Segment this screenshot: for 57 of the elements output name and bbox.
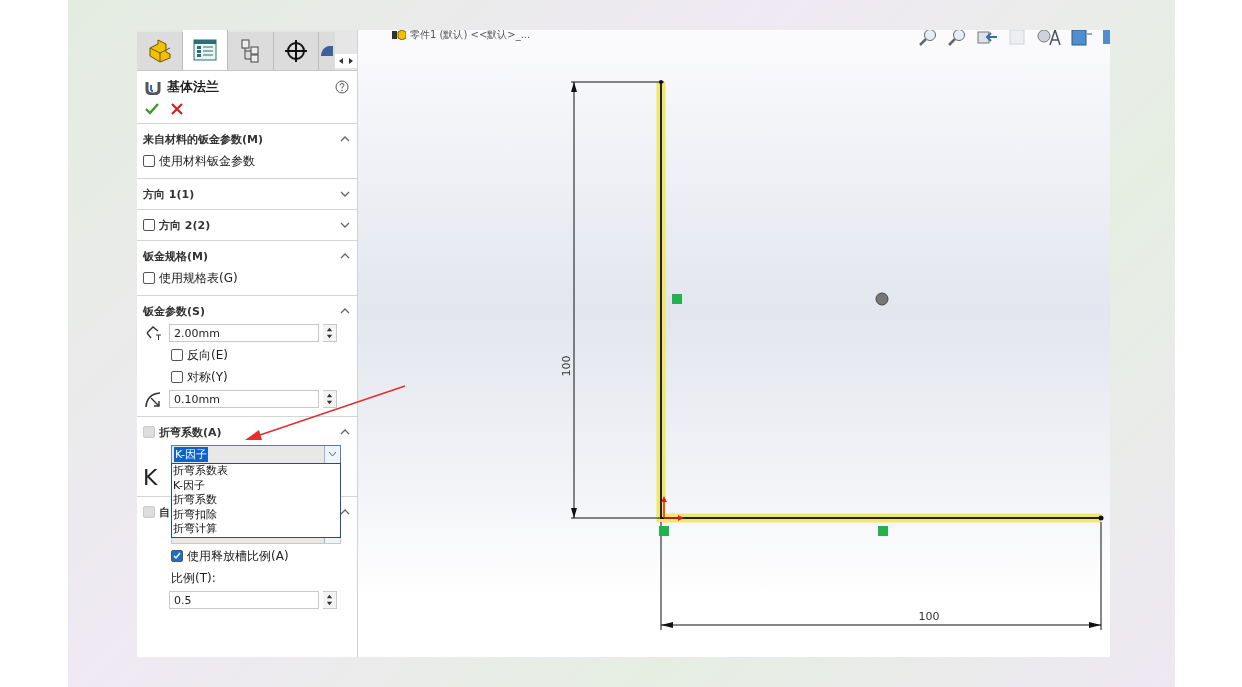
origin-icon <box>661 496 684 521</box>
cube-icon[interactable] <box>1102 30 1110 46</box>
expand-icon[interactable] <box>340 191 350 197</box>
ok-icon[interactable] <box>145 103 159 115</box>
checkbox-label: 使用规格表(G) <box>159 269 238 287</box>
zoom-icon[interactable] <box>918 30 938 46</box>
section-title: 来自材料的钣金参数(M) <box>143 131 263 147</box>
dimension-value: 100 <box>918 610 940 623</box>
relation-marker-icon <box>659 526 669 536</box>
display-style-icon[interactable] <box>1036 30 1062 46</box>
spin-button[interactable] <box>323 591 337 609</box>
input-field[interactable]: 0.10mm <box>169 390 319 408</box>
tree-icon <box>239 39 262 63</box>
checkbox-label: 对称(Y) <box>187 368 228 386</box>
cancel-icon[interactable] <box>171 103 183 115</box>
panel-title: 基体法兰 <box>167 78 220 96</box>
part-icon <box>146 38 173 64</box>
input-field[interactable]: 2.00mm <box>169 324 319 342</box>
section-title: 折弯系数(A) <box>159 424 222 440</box>
section-title: 方向 2(2) <box>159 217 211 233</box>
zoom-icon[interactable] <box>947 30 967 46</box>
panel-tab[interactable] <box>319 32 336 70</box>
thickness-icon <box>145 325 163 341</box>
checkbox-label: 使用释放槽比例(A) <box>187 547 289 565</box>
checkbox[interactable] <box>171 371 183 383</box>
rotation-center-icon <box>875 292 889 306</box>
part-icon <box>392 30 406 40</box>
dimension-value: 100 <box>560 355 573 377</box>
checkbox[interactable] <box>143 219 155 231</box>
previous-view-icon[interactable] <box>976 30 998 46</box>
spin-button[interactable] <box>323 390 337 408</box>
help-icon[interactable] <box>335 80 349 94</box>
checkbox-label: 反向(E) <box>187 346 228 364</box>
checkbox-label: 使用材料钣金参数 <box>159 152 255 170</box>
property-list-icon <box>192 39 217 61</box>
section-title: 钣金参数(S) <box>143 303 205 319</box>
spin-button[interactable] <box>323 324 337 342</box>
collapse-icon[interactable] <box>340 308 350 314</box>
relation-marker-icon <box>672 294 682 304</box>
document-title: 零件1 (默认) <<默认>_... <box>410 30 531 42</box>
checkbox[interactable] <box>171 349 183 361</box>
relation-marker-icon <box>878 526 888 536</box>
section-title: 钣金规格(M) <box>143 248 208 264</box>
expand-icon[interactable] <box>340 222 350 228</box>
checkbox[interactable] <box>143 155 155 167</box>
base-flange-icon <box>145 79 161 95</box>
panel-tab[interactable] <box>273 32 320 70</box>
k-factor-symbol: K <box>143 465 158 490</box>
checkbox[interactable] <box>143 272 155 284</box>
collapse-icon[interactable] <box>340 253 350 259</box>
section-title: 方向 1(1) <box>143 186 195 202</box>
crosshair-icon <box>283 39 308 63</box>
caret-icon <box>328 451 337 457</box>
view-orientation-icon[interactable] <box>1071 30 1093 46</box>
field-label: 比例(T): <box>171 569 216 587</box>
section-title: 自 <box>159 504 170 520</box>
collapse-icon[interactable] <box>340 136 350 142</box>
